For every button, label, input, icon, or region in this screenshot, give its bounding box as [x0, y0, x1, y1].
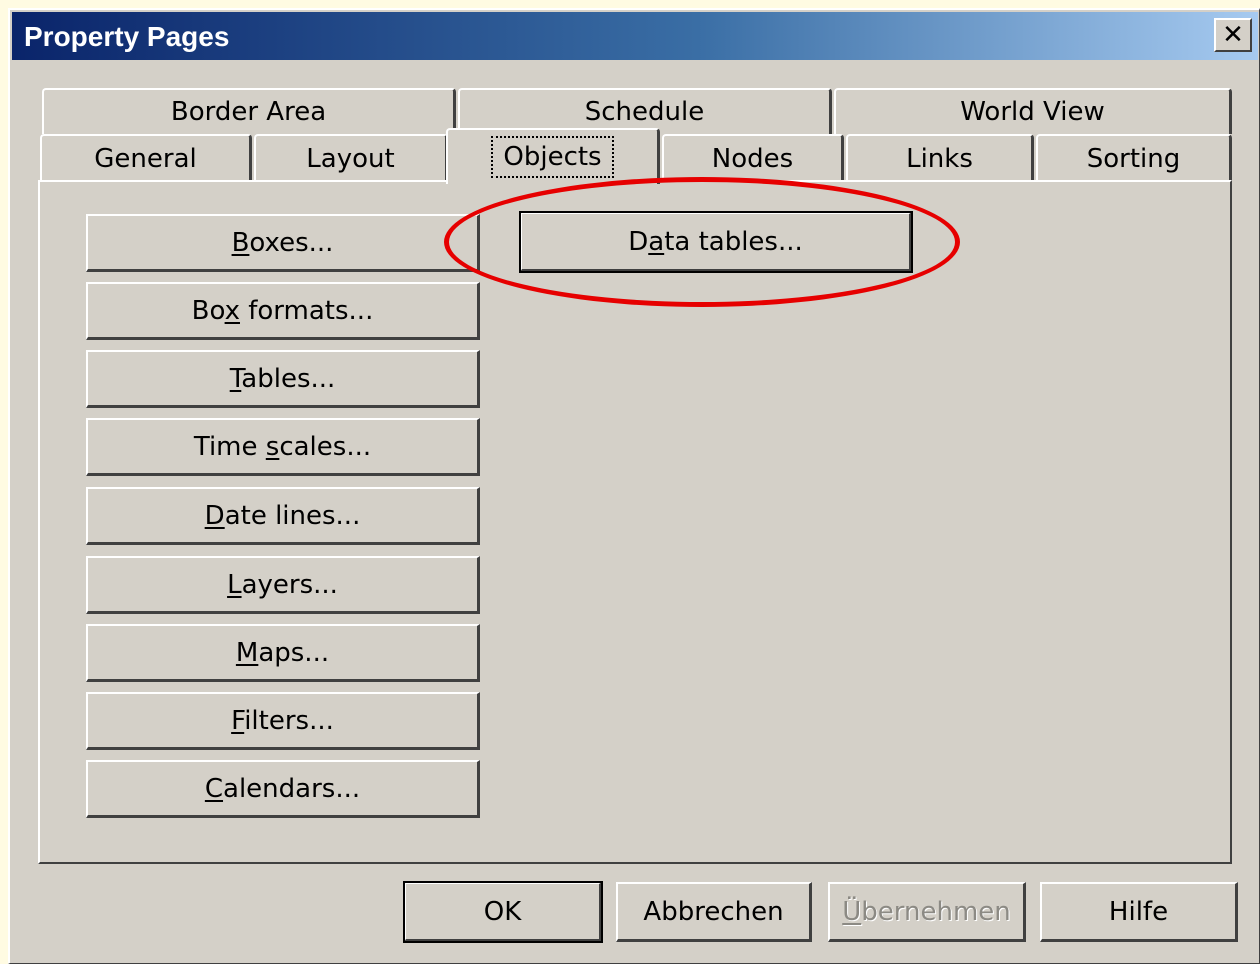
button-label: Abbrechen [643, 896, 784, 927]
button-label: Data tables... [628, 226, 803, 257]
tab-sorting[interactable]: Sorting [1036, 134, 1232, 181]
button-label: Filters... [231, 705, 334, 736]
button-label: Time scales... [193, 431, 372, 462]
tab-label: Schedule [584, 97, 705, 127]
date-lines-button[interactable]: Date lines... [86, 487, 480, 545]
tab-label: General [94, 143, 197, 174]
filters-button[interactable]: Filters... [86, 692, 480, 750]
button-label: Tables... [229, 363, 336, 394]
apply-button: Übernehmen [828, 882, 1026, 942]
button-label: Box formats... [191, 295, 374, 326]
close-button[interactable]: ✕ [1214, 18, 1252, 52]
help-button[interactable]: Hilfe [1040, 882, 1238, 942]
box-formats-button[interactable]: Box formats... [86, 282, 480, 340]
tab-world-view[interactable]: World View [834, 88, 1232, 134]
calendars-button[interactable]: Calendars... [86, 760, 480, 818]
tab-label: Border Area [170, 97, 327, 127]
tab-nodes[interactable]: Nodes [662, 134, 844, 181]
maps-button[interactable]: Maps... [86, 624, 480, 682]
tab-label: Sorting [1086, 143, 1181, 174]
tab-label: Nodes [711, 143, 794, 174]
tab-layout[interactable]: Layout [254, 134, 448, 181]
title-bar[interactable]: Property Pages ✕ [12, 12, 1258, 60]
tab-objects[interactable]: Objects [446, 128, 660, 184]
ok-button[interactable]: OK [403, 881, 603, 943]
button-label: Boxes... [231, 227, 334, 258]
layers-button[interactable]: Layers... [86, 556, 480, 614]
tab-label: Layout [306, 143, 395, 174]
button-label: Layers... [227, 569, 338, 600]
window-title: Property Pages [24, 21, 230, 52]
time-scales-button[interactable]: Time scales... [86, 418, 480, 476]
cancel-button[interactable]: Abbrechen [616, 882, 812, 942]
tab-general[interactable]: General [40, 134, 252, 181]
tab-label: Links [906, 143, 973, 174]
data-tables-button[interactable]: Data tables... [519, 211, 913, 273]
boxes-button[interactable]: Boxes... [86, 214, 480, 272]
tab-label: World View [960, 97, 1105, 127]
button-label: Hilfe [1108, 896, 1169, 927]
tables-button[interactable]: Tables... [86, 350, 480, 408]
button-label: Übernehmen [842, 896, 1011, 927]
tab-links[interactable]: Links [846, 134, 1034, 181]
close-icon: ✕ [1222, 20, 1244, 50]
button-label: Maps... [235, 637, 330, 668]
button-label: Date lines... [204, 500, 361, 531]
button-label: Calendars... [204, 773, 361, 804]
button-label: OK [483, 896, 522, 927]
tab-border-area[interactable]: Border Area [42, 88, 456, 134]
tab-label: Objects [491, 136, 614, 178]
